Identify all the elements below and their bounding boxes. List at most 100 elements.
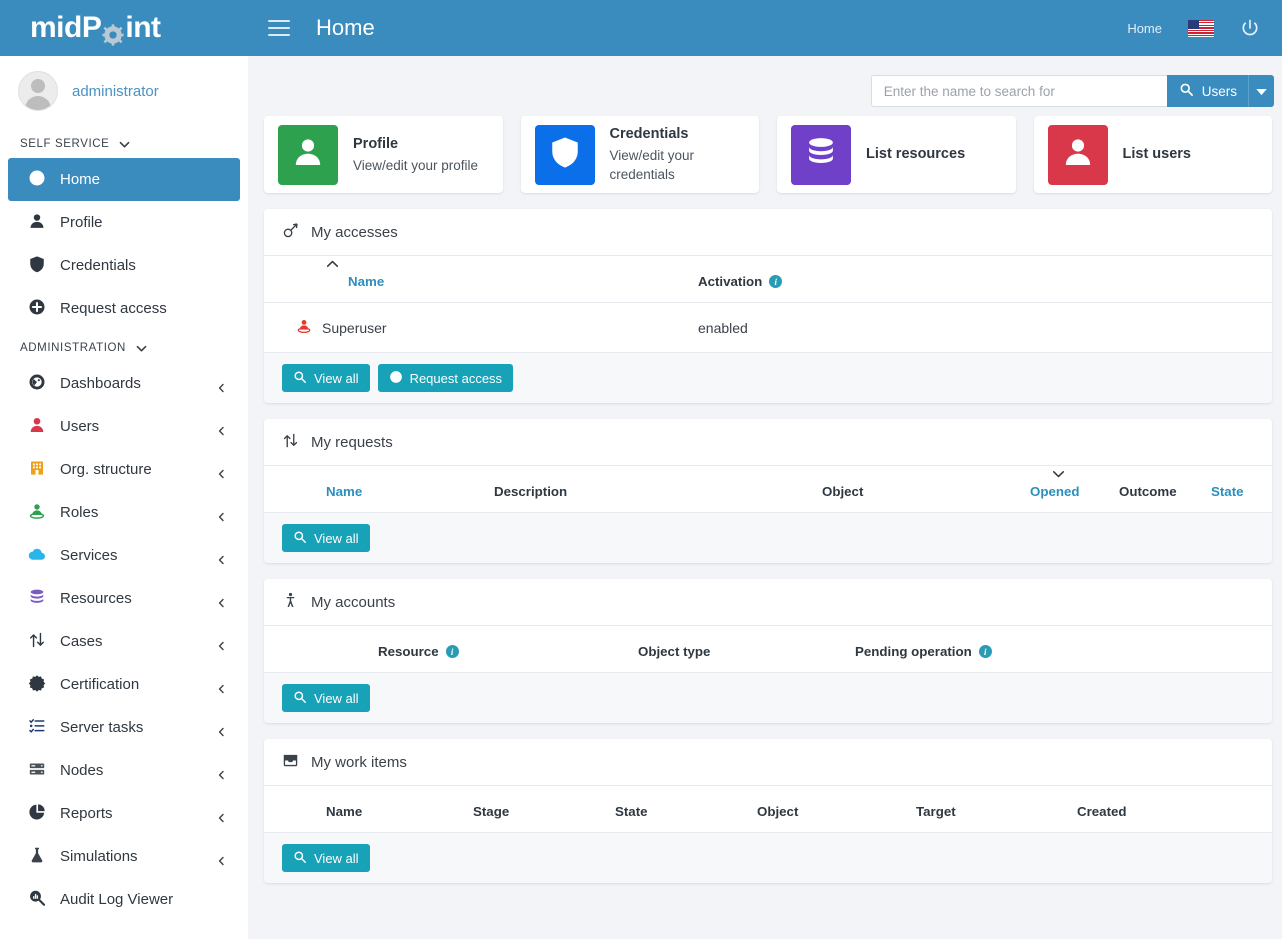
sidebar-item-label: Roles (60, 504, 98, 521)
sidebar-item-home[interactable]: Home (8, 158, 240, 201)
sidebar-item-label: Simulations (60, 848, 138, 865)
column-header-name[interactable]: Name (326, 274, 698, 289)
table-row[interactable]: Superuser enabled (264, 303, 1272, 353)
logo[interactable]: midP (0, 0, 248, 56)
view-all-button[interactable]: View all (282, 524, 370, 552)
sidebar-item-cases[interactable]: Cases (0, 620, 248, 663)
card-list-resources[interactable]: List resources (777, 116, 1016, 193)
column-header-opened[interactable]: Opened (1030, 484, 1119, 499)
nav-icon-wrap (26, 889, 48, 911)
info-icon[interactable]: i (446, 645, 459, 658)
column-header-state: State (615, 804, 757, 819)
column-header-target: Target (916, 804, 1077, 819)
card-text: ProfileView/edit your profile (353, 134, 478, 175)
panel-my-requests: My requestsNameDescriptionObjectOpenedOu… (264, 419, 1272, 563)
sidebar-item-request-access[interactable]: Request access (0, 287, 248, 330)
top-header-bar: midP (0, 0, 1282, 56)
chevron-left-icon (217, 422, 226, 431)
panel-footer: View all (264, 673, 1272, 723)
sidebar-item-label: Credentials (60, 257, 136, 274)
column-header-state[interactable]: State (1211, 484, 1271, 499)
search-input[interactable] (871, 75, 1167, 107)
column-header-label: Activation (698, 274, 762, 289)
panel-footer: View all (264, 513, 1272, 563)
person-icon (291, 135, 325, 174)
sidebar-item-users[interactable]: Users (0, 405, 248, 448)
column-header-object-type: Object type (638, 644, 855, 659)
sidebar-item-reports[interactable]: Reports (0, 792, 248, 835)
sidebar-item-resources[interactable]: Resources (0, 577, 248, 620)
info-icon[interactable]: i (979, 645, 992, 658)
hamburger-icon[interactable] (268, 20, 290, 36)
sidebar-item-certification[interactable]: Certification (0, 663, 248, 706)
sidebar-item-credentials[interactable]: Credentials (0, 244, 248, 287)
sidebar-item-label: Reports (60, 805, 113, 822)
card-title: List resources (866, 144, 965, 166)
table-header-row: NameDescriptionObjectOpenedOutcomeState (264, 466, 1272, 513)
sidebar-user[interactable]: administrator (0, 56, 248, 126)
person-icon (1061, 135, 1095, 174)
plus-circle-icon (28, 298, 46, 320)
server-icon (28, 760, 46, 782)
sidebar-item-profile[interactable]: Profile (0, 201, 248, 244)
sidebar-section-administration[interactable]: ADMINISTRATION (0, 330, 248, 362)
panel-title: My accounts (311, 594, 395, 611)
card-title: Profile (353, 134, 478, 156)
home-link[interactable]: Home (1127, 21, 1162, 36)
power-icon[interactable] (1240, 18, 1260, 38)
sidebar-username[interactable]: administrator (72, 83, 159, 100)
column-header-label: Stage (473, 804, 509, 819)
chevron-left-icon (217, 551, 226, 560)
info-icon[interactable]: i (769, 275, 782, 288)
sidebar-item-roles[interactable]: Roles (0, 491, 248, 534)
sidebar-item-label: Org. structure (60, 461, 152, 478)
sidebar-item-label: Certification (60, 676, 139, 693)
sidebar-section-self-service[interactable]: SELF SERVICE (0, 126, 248, 158)
sidebar-item-label: Cases (60, 633, 103, 650)
view-all-button[interactable]: View all (282, 364, 370, 392)
request-access-button[interactable]: Request access (378, 364, 514, 392)
chevron-down-icon (119, 139, 130, 150)
sidebar-item-simulations[interactable]: Simulations (0, 835, 248, 878)
chevron-left-icon (217, 637, 226, 646)
column-header-name[interactable]: Name (326, 484, 494, 499)
search-icon (293, 690, 307, 707)
chevron-left-icon (217, 766, 226, 775)
sidebar-section-label: SELF SERVICE (20, 138, 109, 150)
gear-icon (102, 20, 124, 42)
sidebar-item-org-structure[interactable]: Org. structure (0, 448, 248, 491)
search-type-dropdown[interactable] (1248, 75, 1274, 107)
shield-icon (28, 255, 46, 277)
card-icon-box (791, 125, 851, 185)
sidebar-item-audit-log-viewer[interactable]: Audit Log Viewer (0, 878, 248, 921)
view-all-button[interactable]: View all (282, 684, 370, 712)
card-icon-box (535, 125, 595, 185)
column-header-label: Created (1077, 804, 1127, 819)
us-flag-icon[interactable] (1188, 20, 1214, 37)
nav-icon-wrap (26, 169, 48, 191)
card-list-users[interactable]: List users (1034, 116, 1273, 193)
sidebar-item-label: Services (60, 547, 118, 564)
inbox-icon (282, 752, 299, 773)
view-all-button[interactable]: View all (282, 844, 370, 872)
column-header-label: Target (916, 804, 956, 819)
card-icon-box (1048, 125, 1108, 185)
user-icon (28, 416, 46, 438)
search-button-label: Users (1202, 84, 1237, 99)
sidebar-item-nodes[interactable]: Nodes (0, 749, 248, 792)
panel-header: My requests (264, 419, 1272, 466)
table-cell-text: Superuser (322, 320, 387, 336)
table-cell-text: enabled (698, 320, 748, 336)
sidebar-item-services[interactable]: Services (0, 534, 248, 577)
card-title: Credentials (610, 124, 746, 146)
card-profile[interactable]: ProfileView/edit your profile (264, 116, 503, 193)
sidebar-item-dashboards[interactable]: Dashboards (0, 362, 248, 405)
sidebar: administrator SELF SERVICE Home Profile Cre… (0, 56, 248, 939)
chevron-left-icon (217, 809, 226, 818)
sidebar-item-server-tasks[interactable]: Server tasks (0, 706, 248, 749)
flask-icon (28, 846, 46, 868)
sidebar-item-label: Profile (60, 214, 103, 231)
column-header-created: Created (1077, 804, 1227, 819)
card-credentials[interactable]: CredentialsView/edit your credentials (521, 116, 760, 193)
search-button[interactable]: Users (1167, 75, 1248, 107)
